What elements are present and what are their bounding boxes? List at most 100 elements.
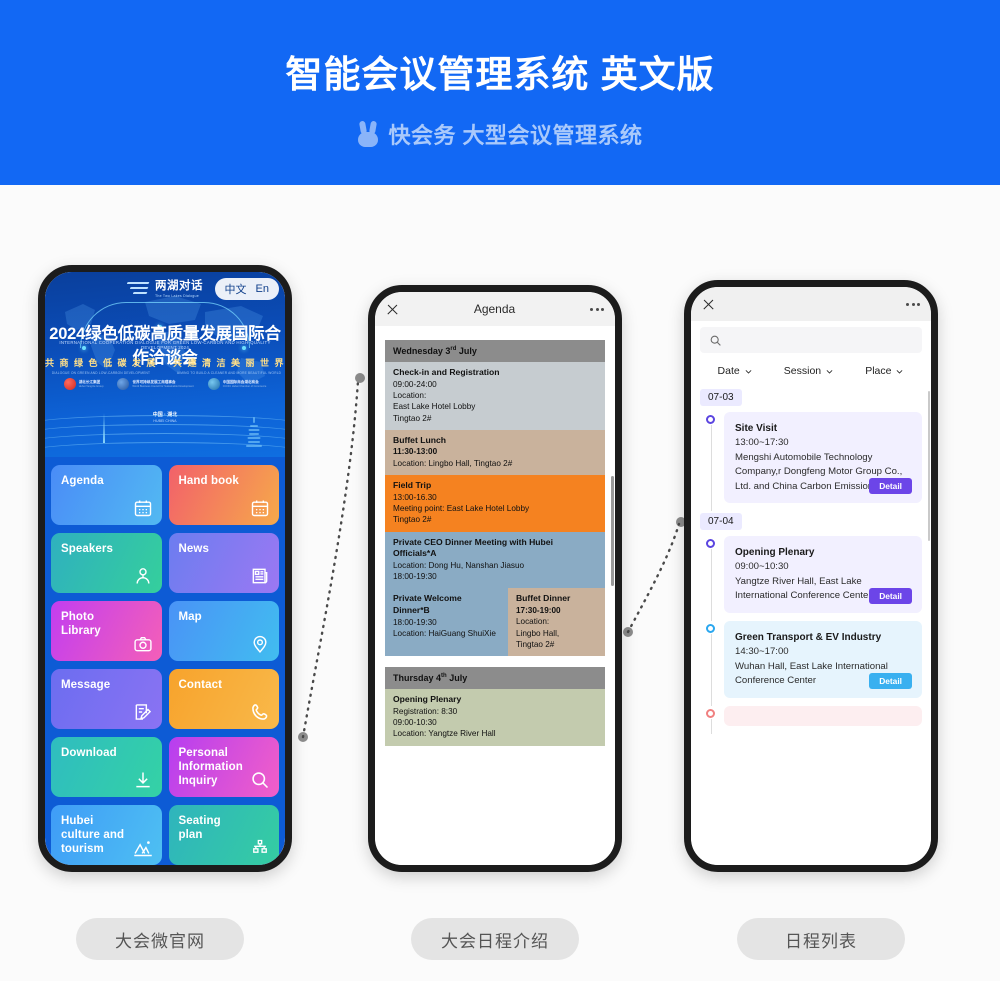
agenda-row-line: Location: [393, 390, 427, 400]
split-right: Buffet Dinner 17:30-19:00 Location: Lingbo … [507, 588, 605, 657]
filter-date[interactable]: Date [718, 365, 753, 377]
menu-tile-contact[interactable]: Contact [168, 669, 279, 730]
tile-label: Contact [178, 679, 223, 692]
language-toggle[interactable]: 中文 En [214, 278, 279, 300]
organizer-1: 湖北长江集团 Hubei Yangtze Group [63, 378, 104, 390]
agenda-row-line: 18:00-19:30 [393, 572, 437, 582]
session-time: 09:00~10:30 [735, 561, 789, 573]
agenda-row-line: Location: Lingbo Hall, Tingtao 2# [393, 458, 513, 468]
session-card[interactable] [724, 705, 922, 726]
timeline-line [710, 634, 712, 706]
tile-label: Download [61, 747, 117, 760]
menu-tile-news[interactable]: News [168, 533, 279, 594]
agenda-title: Agenda [473, 302, 516, 316]
date-chip[interactable]: 07-04 [700, 513, 742, 531]
seating-chart-icon [250, 838, 270, 858]
filter-place[interactable]: Place [865, 365, 904, 377]
timeline-bullet-icon [706, 708, 715, 718]
agenda-row-title: Check-in and Registration [393, 367, 500, 377]
calendar-icon [250, 498, 270, 518]
menu-tile-seating-plan[interactable]: Seating plan [168, 805, 279, 865]
close-icon[interactable] [702, 298, 715, 311]
agenda-row-line: Registration: 8:30 [393, 706, 458, 716]
list-navbar [691, 287, 931, 321]
search-icon [250, 770, 270, 790]
more-dots-icon[interactable] [906, 302, 920, 306]
tile-label: Map [178, 611, 202, 624]
logo-mark-icon [126, 281, 151, 298]
agenda-row-line: 09:00-10:30 [393, 718, 437, 728]
organizer-3: 中国国际商会湖北商会 CCOIC Hubei Chamber of Commerc… [207, 378, 266, 390]
agenda-row-line: Location: Yangtze River Hall [393, 729, 496, 739]
menu-tile-download[interactable]: Download [51, 737, 162, 798]
tile-label: Message [61, 679, 111, 692]
session-time: 14:30~17:00 [735, 646, 789, 658]
agenda-row-line: Tingtao 2# [393, 413, 432, 423]
menu-tile-agenda[interactable]: Agenda [51, 465, 162, 526]
split-left: Private Welcome Dinner*B 18:00-19:30 Locat… [385, 588, 508, 657]
organizer-logo-icon [117, 378, 130, 390]
conference-logo: 两湖对话 The Two Lakes Dialogue [126, 280, 203, 298]
organizer-en: Hubei Yangtze Group [78, 384, 104, 388]
lang-option-cn[interactable]: 中文 [225, 281, 247, 297]
menu-tile-map[interactable]: Map [168, 601, 279, 662]
detail-button[interactable]: Detail [869, 478, 912, 495]
day-heading-tail: July [446, 673, 468, 684]
menu-tile-message[interactable]: Message [51, 669, 162, 730]
phone-microsite: 两湖对话 The Two Lakes Dialogue 中文 En 2024绿色… [38, 265, 292, 872]
page-subtitle: 快会务 大型会议管理系统 [388, 122, 643, 148]
filter-bar: Date Session Place [700, 353, 922, 387]
slogan-2-en: AIMING TO BUILD A CLEANER AND MORE BEAUT… [176, 371, 282, 375]
agenda-row: Field Trip 13:00-16.30 Meeting point: East… [385, 475, 605, 532]
agenda-day-header: Wednesday 3rd July [385, 340, 605, 362]
session-title: Green Transport & EV Industry [735, 632, 882, 644]
day-heading: Thursday 4 [393, 673, 442, 684]
session-card[interactable]: Green Transport & EV Industry 14:30~17:00… [724, 621, 922, 698]
filter-session[interactable]: Session [784, 365, 834, 377]
menu-tile-hand-book[interactable]: Hand book [168, 465, 279, 526]
agenda-row-line: Location: [515, 617, 550, 627]
agenda-timeline: 07-03 Site Visit 13:00~17:30 Mengshi Automo… [700, 387, 922, 734]
agenda-row-title: Field Trip [393, 480, 432, 491]
conference-banner: 两湖对话 The Two Lakes Dialogue 中文 En 2024绿色… [45, 272, 285, 457]
tile-label: Personal Information Inquiry [178, 747, 243, 788]
session-card[interactable]: Opening Plenary 09:00~10:30 Yangtze River … [724, 536, 922, 614]
download-icon [133, 770, 153, 790]
edit-note-icon [133, 702, 153, 722]
caption-microsite: 大会微官网 [76, 918, 244, 960]
menu-tile-hubei-culture-and-tourism[interactable]: Hubei culture and tourism [51, 805, 162, 865]
agenda-row-line: 17:30-19:00 [515, 606, 561, 615]
menu-tile-photo-library[interactable]: Photo Library [51, 601, 162, 662]
tile-label: Seating plan [178, 815, 221, 842]
chevron-down-icon [895, 367, 904, 376]
agenda-row: Buffet Lunch 11:30-13:00 Location: Lingbo … [385, 429, 605, 476]
page-title: 智能会议管理系统 英文版 [285, 54, 715, 96]
scrollbar-thumb[interactable] [611, 476, 614, 586]
date-chip[interactable]: 07-03 [700, 389, 742, 406]
agenda-scroll-area[interactable]: Wednesday 3rd July Check-in and Registrat… [375, 326, 615, 865]
tile-label: Speakers [61, 543, 113, 556]
session-card[interactable]: Site Visit 13:00~17:30 Mengshi Automobile … [724, 412, 922, 504]
close-icon[interactable] [386, 303, 399, 316]
detail-button[interactable]: Detail [869, 588, 912, 605]
slogan-2-cn: 共 建 清 洁 美 丽 世 界 [173, 358, 285, 368]
lang-option-en[interactable]: En [256, 283, 269, 295]
agenda-row-line: Meeting point: East Lake Hotel Lobby [393, 503, 530, 513]
menu-tile-speakers[interactable]: Speakers [51, 533, 162, 594]
agenda-row-title: Private CEO Dinner Meeting with Hubei Of… [393, 536, 553, 559]
slogan-1-en: DIALOGUE ON GREEN AND LOW-CARBON DEVELOP… [51, 371, 151, 375]
menu-tile-personal-information-inquiry[interactable]: Personal Information Inquiry [168, 737, 279, 798]
agenda-row: Private CEO Dinner Meeting with Hubei Of… [385, 531, 605, 589]
speaker-person-icon [133, 566, 153, 586]
detail-button[interactable]: Detail [869, 672, 912, 689]
organizer-logos: 湖北长江集团 Hubei Yangtze Group 世界可持续发展工商理事会 Wor… [45, 378, 285, 390]
slogan-1: 共 商 绿 色 低 碳 发 展 DIALOGUE ON GREEN AND LO… [45, 356, 157, 375]
phone-agenda-image: Agenda Wednesday 3rd July Check-in and Re… [368, 285, 622, 872]
agenda-gap [385, 656, 605, 668]
search-input[interactable] [700, 327, 922, 353]
caption-agenda-intro: 大会日程介绍 [411, 918, 579, 960]
organizer-logo-icon [207, 378, 220, 390]
more-dots-icon[interactable] [590, 307, 604, 311]
scrollbar-thumb[interactable] [927, 391, 930, 541]
organizer-logo-icon [63, 378, 76, 390]
